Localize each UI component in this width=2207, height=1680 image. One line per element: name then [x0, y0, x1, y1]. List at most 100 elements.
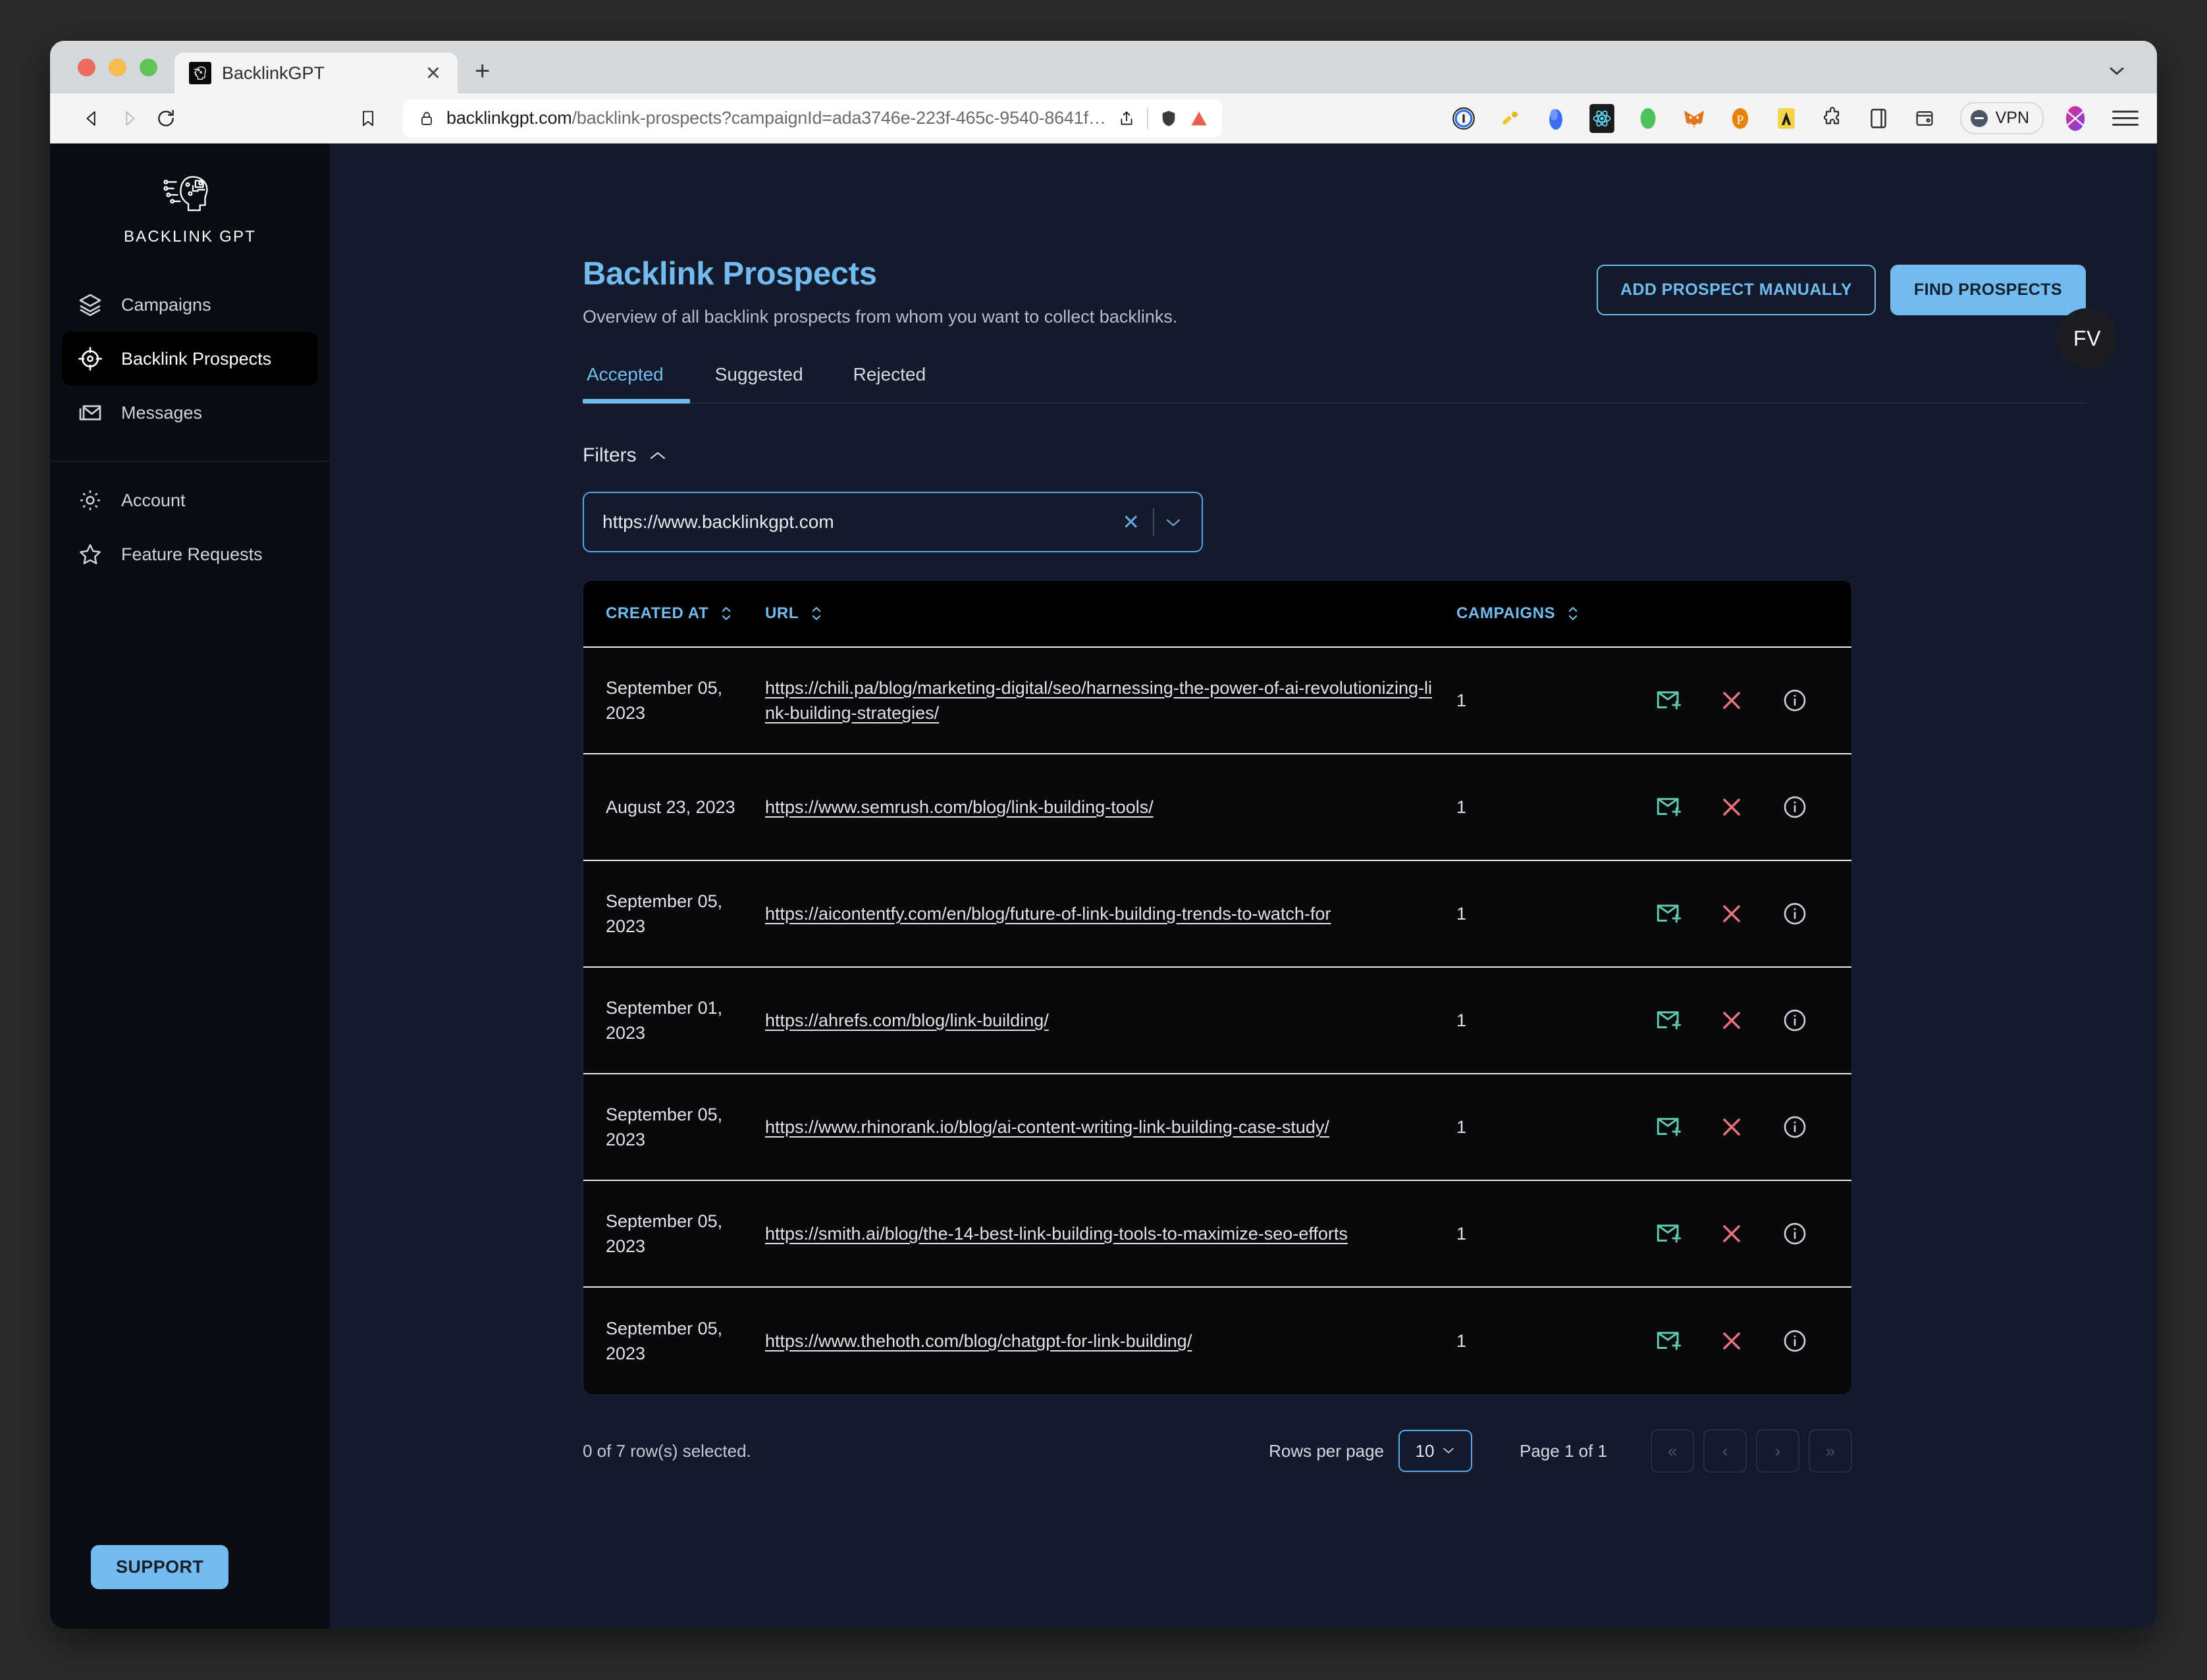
- sort-icon[interactable]: [719, 604, 733, 623]
- warning-triangle-icon[interactable]: [1189, 109, 1209, 128]
- reject-icon[interactable]: [1717, 899, 1746, 928]
- chevron-down-icon: [1442, 1444, 1455, 1459]
- reject-icon[interactable]: [1717, 1113, 1746, 1142]
- info-icon[interactable]: [1780, 686, 1809, 715]
- metamask-fox-icon[interactable]: [1680, 104, 1709, 133]
- send-email-icon[interactable]: [1654, 793, 1683, 822]
- info-icon[interactable]: [1780, 899, 1809, 928]
- chevron-down-icon[interactable]: [1159, 512, 1187, 533]
- info-icon[interactable]: [1780, 1113, 1809, 1142]
- green-circle-icon[interactable]: [1634, 104, 1662, 133]
- maximize-window-button[interactable]: [140, 59, 157, 76]
- vpn-toggle-button[interactable]: VPN: [1960, 102, 2044, 134]
- share-icon[interactable]: [1117, 109, 1136, 128]
- prospect-url-link[interactable]: https://aicontentfy.com/en/blog/future-o…: [765, 904, 1331, 924]
- ahrefs-icon[interactable]: [1772, 104, 1801, 133]
- tab-suggested[interactable]: Suggested: [690, 364, 828, 402]
- 1password-icon[interactable]: [1449, 104, 1478, 133]
- campaign-filter-value[interactable]: https://www.backlinkgpt.com: [602, 512, 1114, 533]
- send-email-icon[interactable]: [1654, 686, 1683, 715]
- next-page-button[interactable]: ›: [1756, 1429, 1799, 1473]
- page-viewport: BACKLINK GPT Campaigns Backlink Prospect…: [50, 144, 2157, 1629]
- extension-icons: P VPN: [1222, 102, 2139, 134]
- column-header-created-at[interactable]: CREATED AT: [583, 604, 765, 623]
- honey-icon[interactable]: [1495, 104, 1524, 133]
- reject-icon[interactable]: [1717, 686, 1746, 715]
- backlinkgpt-head-icon: [189, 62, 211, 84]
- find-prospects-button[interactable]: FIND PROSPECTS: [1890, 265, 2086, 315]
- sort-icon[interactable]: [809, 604, 824, 623]
- reject-icon[interactable]: [1717, 1006, 1746, 1035]
- sidebar-item-feature-requests[interactable]: Feature Requests: [62, 527, 318, 581]
- info-icon[interactable]: [1780, 1006, 1809, 1035]
- table-row[interactable]: September 05, 2023https://smith.ai/blog/…: [583, 1181, 1851, 1288]
- minimize-window-button[interactable]: [109, 59, 126, 76]
- back-button[interactable]: [74, 100, 111, 137]
- reject-icon[interactable]: [1717, 793, 1746, 822]
- sidebar-item-account[interactable]: Account: [62, 473, 318, 527]
- send-email-icon[interactable]: [1654, 899, 1683, 928]
- react-devtools-icon[interactable]: [1587, 104, 1616, 133]
- bookmark-icon[interactable]: [349, 100, 387, 137]
- prev-page-button[interactable]: ‹: [1703, 1429, 1747, 1473]
- rows-per-page-select[interactable]: 10: [1398, 1430, 1472, 1472]
- avatar[interactable]: FV: [2057, 308, 2117, 369]
- prospect-url-link[interactable]: https://www.rhinorank.io/blog/ai-content…: [765, 1117, 1329, 1137]
- reject-icon[interactable]: [1717, 1219, 1746, 1248]
- status-tabs: Accepted Suggested Rejected: [583, 364, 2086, 404]
- send-email-icon[interactable]: [1654, 1326, 1683, 1355]
- new-tab-button[interactable]: +: [475, 58, 490, 84]
- prospect-url-link[interactable]: https://www.semrush.com/blog/link-buildi…: [765, 797, 1154, 817]
- prospect-url-link[interactable]: https://ahrefs.com/blog/link-building/: [765, 1011, 1049, 1030]
- info-icon[interactable]: [1780, 1326, 1809, 1355]
- sort-icon[interactable]: [1566, 604, 1580, 623]
- tab-rejected[interactable]: Rejected: [828, 364, 951, 402]
- table-row[interactable]: September 01, 2023https://ahrefs.com/blo…: [583, 968, 1851, 1074]
- send-email-icon[interactable]: [1654, 1219, 1683, 1248]
- prospect-url-link[interactable]: https://www.thehoth.com/blog/chatgpt-for…: [765, 1331, 1192, 1351]
- prospect-url-link[interactable]: https://chili.pa/blog/marketing-digital/…: [765, 678, 1432, 723]
- browser-tab[interactable]: BacklinkGPT ✕: [174, 53, 458, 93]
- table-row[interactable]: August 23, 2023https://www.semrush.com/b…: [583, 754, 1851, 861]
- address-bar[interactable]: backlinkgpt.com/backlink-prospects?campa…: [403, 99, 1222, 138]
- reload-button[interactable]: [147, 100, 184, 137]
- brand[interactable]: BACKLINK GPT: [50, 144, 330, 266]
- prospect-url-link[interactable]: https://smith.ai/blog/the-14-best-link-b…: [765, 1224, 1348, 1244]
- sidebar-icon[interactable]: [1864, 104, 1893, 133]
- column-header-campaigns[interactable]: CAMPAIGNS: [1456, 604, 1654, 623]
- table-row[interactable]: September 05, 2023https://www.thehoth.co…: [583, 1288, 1851, 1394]
- column-header-url[interactable]: URL: [765, 604, 1456, 623]
- table-row[interactable]: September 05, 2023https://www.rhinorank.…: [583, 1074, 1851, 1181]
- support-button[interactable]: SUPPORT: [91, 1545, 228, 1589]
- close-window-button[interactable]: [78, 59, 95, 76]
- profile-avatar-icon[interactable]: [2061, 104, 2090, 133]
- brave-shields-icon[interactable]: [1159, 109, 1179, 128]
- table-row[interactable]: September 05, 2023https://chili.pa/blog/…: [583, 648, 1851, 754]
- cell-url: https://www.rhinorank.io/blog/ai-content…: [765, 1115, 1456, 1140]
- sidebar-item-campaigns[interactable]: Campaigns: [62, 278, 318, 332]
- chevron-down-icon[interactable]: [2108, 62, 2125, 79]
- add-prospect-manually-button[interactable]: ADD PROSPECT MANUALLY: [1597, 265, 1876, 315]
- hamburger-menu-icon[interactable]: [2112, 111, 2139, 126]
- send-email-icon[interactable]: [1654, 1006, 1683, 1035]
- first-page-button[interactable]: «: [1651, 1429, 1694, 1473]
- close-tab-button[interactable]: ✕: [421, 62, 446, 85]
- sidebar-item-messages[interactable]: Messages: [62, 386, 318, 440]
- table-row[interactable]: September 05, 2023https://aicontentfy.co…: [583, 861, 1851, 968]
- main-content: FV Backlink Prospects Overview of all ba…: [330, 144, 2157, 1629]
- last-page-button[interactable]: »: [1809, 1429, 1852, 1473]
- clear-filter-icon[interactable]: ✕: [1114, 510, 1148, 535]
- pinterest-icon[interactable]: P: [1726, 104, 1755, 133]
- campaign-filter-select[interactable]: https://www.backlinkgpt.com ✕: [583, 492, 1203, 552]
- info-icon[interactable]: [1780, 793, 1809, 822]
- info-icon[interactable]: [1780, 1219, 1809, 1248]
- blue-blob-icon[interactable]: [1541, 104, 1570, 133]
- wallet-icon[interactable]: [1910, 104, 1939, 133]
- puzzle-piece-icon[interactable]: [1818, 104, 1847, 133]
- send-email-icon[interactable]: [1654, 1113, 1683, 1142]
- sidebar-item-backlink-prospects[interactable]: Backlink Prospects: [62, 332, 318, 386]
- tab-accepted[interactable]: Accepted: [583, 364, 690, 402]
- page-title: Backlink Prospects: [583, 255, 1597, 292]
- reject-icon[interactable]: [1717, 1326, 1746, 1355]
- filters-toggle[interactable]: Filters: [583, 444, 2086, 467]
